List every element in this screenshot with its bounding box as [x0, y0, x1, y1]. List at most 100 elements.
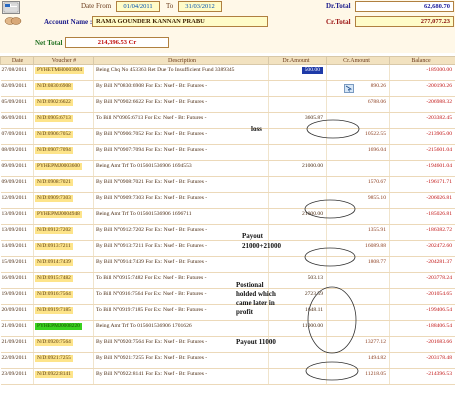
- cell-voucher-text: PYHEPMJ0008220: [35, 323, 82, 330]
- table-row[interactable]: 15/09/2011 N/D:0914:7439 By Bill N°0914:74…: [0, 256, 455, 273]
- date-from-field[interactable]: 01/04/2011: [116, 1, 160, 12]
- cell-date: 14/09/2011: [0, 240, 34, 257]
- cell-date: 19/09/2011: [0, 288, 34, 305]
- table-header-row: Date Voucher # Description Dr.Amount Cr.…: [0, 56, 455, 65]
- cell-cr-amount: 1570.67: [326, 176, 390, 193]
- cell-dr-amount: [268, 224, 327, 241]
- positional-annotation-line1: Postional: [236, 281, 264, 289]
- col-balance-header[interactable]: Balance: [389, 56, 455, 65]
- cell-description: By Bill N°0921:7255 For Ex: Nsef - Bt: F…: [93, 352, 269, 369]
- cell-dr-amount: [268, 144, 327, 161]
- ledger-logo-icon[interactable]: [2, 1, 20, 14]
- cell-voucher: PYHETMH0003004: [33, 64, 94, 81]
- cell-cr-amount: 1808.77: [326, 256, 390, 273]
- table-row[interactable]: 21/09/2011 N/D:0920:7564 By Bill N°0920:75…: [0, 336, 455, 353]
- cell-cr-amount: [326, 272, 390, 289]
- cell-voucher: PYHEPMJ0008220: [33, 320, 94, 337]
- cell-dr-amount: 21000.00: [268, 160, 327, 177]
- positional-annotation-line3: came later in: [236, 299, 275, 307]
- date-to-field[interactable]: 31/03/2012: [178, 1, 222, 12]
- cell-voucher-text: N/D:0909:7303: [35, 195, 73, 202]
- table-row[interactable]: 13/09/2011 PYHEPMJ0004948 Being Amt Trf To…: [0, 208, 455, 225]
- cell-balance: -213905.00: [389, 128, 455, 145]
- cell-cr-amount: 11218.05: [326, 368, 390, 385]
- hands-icon[interactable]: [4, 15, 22, 26]
- select-arrow-icon[interactable]: [344, 84, 354, 93]
- table-row[interactable]: 23/09/2011 N/D:0922:8141 By Bill N°0922:81…: [0, 368, 455, 385]
- cell-balance: -214396.53: [389, 368, 455, 385]
- cell-cr-amount: [326, 208, 390, 225]
- table-row[interactable]: 13/09/2011 N/D:0912:7202 By Bill N°0912:72…: [0, 224, 455, 241]
- table-row[interactable]: 14/09/2011 N/D:0913:7211 By Bill N°0913:72…: [0, 240, 455, 257]
- cell-voucher: N/D:0915:7482: [33, 272, 94, 289]
- cell-description: Being Amt Trf To 015601536906 1696711: [93, 208, 269, 225]
- cell-balance: -202472.60: [389, 240, 455, 257]
- cell-description: By Bill N°0909:7303 For Ex: Nsef - Bt: F…: [93, 192, 269, 209]
- table-row[interactable]: 27/08/2011 PYHETMH0003004 Being Chq No 453…: [0, 64, 455, 81]
- col-voucher-header[interactable]: Voucher #: [33, 56, 94, 65]
- cell-voucher-text: N/D:0914:7439: [35, 259, 73, 266]
- payout-annotation-line2: 21000+21000: [242, 242, 281, 250]
- cell-cr-amount: 13277.12: [326, 336, 390, 353]
- cell-cr-amount: [326, 112, 390, 129]
- table-row[interactable]: 06/09/2011 N/D:0905:6713 To Bill N°0905:67…: [0, 112, 455, 129]
- net-total-value: 214,396.53 Cr: [65, 37, 169, 48]
- dr-total-value: 62,680.70: [355, 1, 454, 12]
- col-dr-amount-header[interactable]: Dr.Amount: [268, 56, 327, 65]
- cell-voucher-text: PYHEPMJ0004948: [35, 211, 82, 218]
- table-row[interactable]: 12/09/2011 N/D:0909:7303 By Bill N°0909:73…: [0, 192, 455, 209]
- cell-balance: -189300.00: [389, 64, 455, 81]
- cell-description: By Bill N°0907:7094 For Ex: Nsef - Bt: F…: [93, 144, 269, 161]
- table-row[interactable]: 09/09/2011 PYHEPMJ0003600 Being Amt Trf To…: [0, 160, 455, 177]
- cell-cr-amount: 16089.88: [326, 240, 390, 257]
- net-total-label: Net Total: [35, 39, 63, 47]
- cell-cr-amount: [326, 160, 390, 177]
- account-name-field[interactable]: RAMA GOUNDER KANNAN PRABU: [92, 16, 268, 27]
- cell-voucher: N/D:0908:7021: [33, 176, 94, 193]
- table-row[interactable]: 08/09/2011 N/D:0907:7094 By Bill N°0907:70…: [0, 144, 455, 161]
- cell-voucher-text: N/D:0902:6622: [35, 99, 73, 106]
- table-row[interactable]: 07/09/2011 N/D:0906:7052 By Bill N°0906:70…: [0, 128, 455, 145]
- cell-date: 06/09/2011: [0, 112, 34, 129]
- cell-voucher: N/D:0920:7564: [33, 336, 94, 353]
- cell-voucher: PYHEPMJ0004948: [33, 208, 94, 225]
- cell-dr-amount: 11000.00: [268, 320, 327, 337]
- cell-balance: -201054.65: [389, 288, 455, 305]
- cell-voucher: N/D:0902:6622: [33, 96, 94, 113]
- cell-dr-amount: [268, 256, 327, 273]
- cell-description: By Bill N°0906:7052 For Ex: Nsef - Bt: F…: [93, 128, 269, 145]
- table-row[interactable]: 22/09/2011 N/D:0921:7255 By Bill N°0921:72…: [0, 352, 455, 369]
- col-cr-amount-header[interactable]: Cr.Amount: [326, 56, 390, 65]
- cell-balance: -200190.26: [389, 80, 455, 97]
- cr-total-value: 277,077.23: [355, 16, 454, 27]
- cell-voucher: N/D:0922:8141: [33, 368, 94, 385]
- col-date-header[interactable]: Date: [0, 56, 34, 65]
- table-row[interactable]: 05/09/2011 N/D:0902:6622 By Bill N°0902:66…: [0, 96, 455, 113]
- cell-voucher: N/D:0921:7255: [33, 352, 94, 369]
- cell-description: By Bill N°0914:7439 For Ex: Nsef - Bt: F…: [93, 256, 269, 273]
- cell-voucher: N/D:0916:7564: [33, 288, 94, 305]
- account-name-label: Account Name :: [44, 18, 93, 26]
- positional-annotation-line4: profit: [236, 308, 253, 316]
- cell-balance: -206026.81: [389, 192, 455, 209]
- ledger-header: Date From 01/04/2011 To 31/03/2012 Dr.To…: [0, 0, 455, 53]
- cell-voucher: N/D:0914:7439: [33, 256, 94, 273]
- table-row[interactable]: 20/09/2011 N/D:0919:7185 To Bill N°0919:71…: [0, 304, 455, 321]
- cell-dr-amount: 500.00: [268, 64, 327, 81]
- table-row[interactable]: 09/09/2011 N/D:0908:7021 By Bill N°0908:70…: [0, 176, 455, 193]
- payout-11000-annotation: Payout 11000: [236, 338, 276, 346]
- cell-dr-amount: [268, 336, 327, 353]
- cell-balance: -196171.71: [389, 176, 455, 193]
- cell-date: 16/09/2011: [0, 272, 34, 289]
- cell-description: To Bill N°0905:6713 For Ex: Nsef - Bt: F…: [93, 112, 269, 129]
- cell-voucher: N/D:0906:7052: [33, 128, 94, 145]
- cell-dr-amount: [268, 192, 327, 209]
- cell-voucher: N/D:0919:7185: [33, 304, 94, 321]
- cell-dr-amount: [268, 96, 327, 113]
- table-row[interactable]: 16/09/2011 N/D:0915:7482 To Bill N°0915:74…: [0, 272, 455, 289]
- cell-balance: -185026.81: [389, 208, 455, 225]
- col-description-header[interactable]: Description: [93, 56, 269, 65]
- table-row[interactable]: 21/09/2011 PYHEPMJ0008220 Being Amt Trf To…: [0, 320, 455, 337]
- table-row[interactable]: 19/09/2011 N/D:0916:7564 To Bill N°0916:75…: [0, 288, 455, 305]
- table-row[interactable]: 02/09/2011 N/D:0830:6908 By Bill N°0830:69…: [0, 80, 455, 97]
